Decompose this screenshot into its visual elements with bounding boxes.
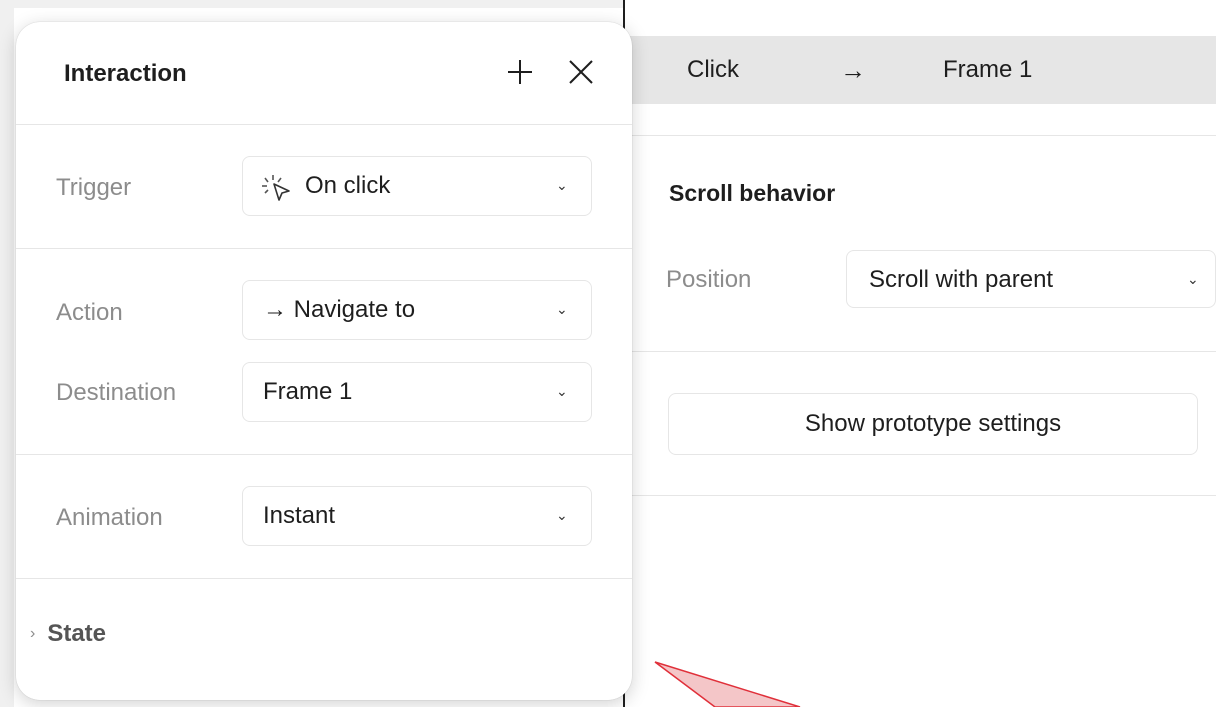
chevron-down-icon: ⌄	[556, 177, 568, 193]
canvas-edge-left	[0, 0, 14, 707]
close-icon[interactable]	[561, 52, 601, 92]
prototype-properties-panel: Click → Frame 1 Scroll behavior Position…	[625, 0, 1216, 707]
arrow-right-icon: →	[840, 54, 866, 85]
animation-select[interactable]: Instant ⌄	[242, 486, 592, 546]
interaction-popover: Interaction Trigger On click ⌄ Action → …	[16, 22, 632, 700]
animation-value: Instant	[263, 502, 336, 529]
destination-label: Destination	[56, 379, 177, 406]
chevron-down-icon: ⌄	[556, 301, 568, 317]
divider	[625, 135, 1216, 136]
state-label: State	[47, 620, 107, 647]
interaction-destination-text: Frame 1	[943, 56, 1033, 83]
click-cursor-icon	[259, 173, 295, 208]
action-select[interactable]: → Navigate to ⌄	[242, 280, 592, 340]
chevron-right-icon: ›	[30, 625, 36, 642]
canvas-edge-top	[0, 0, 623, 8]
chevron-down-icon: ⌄	[1187, 271, 1199, 287]
interaction-trigger-text: Click	[687, 56, 739, 83]
divider	[16, 124, 632, 125]
trigger-value: On click	[305, 172, 391, 199]
divider	[16, 248, 632, 249]
divider	[625, 351, 1216, 352]
position-label: Position	[666, 266, 752, 293]
trigger-select[interactable]: On click ⌄	[242, 156, 592, 216]
action-label: Action	[56, 299, 123, 326]
divider	[16, 578, 632, 579]
popover-title: Interaction	[64, 60, 187, 87]
chevron-down-icon: ⌄	[556, 507, 568, 523]
destination-value: Frame 1	[263, 378, 353, 405]
divider	[16, 454, 632, 455]
action-value: → Navigate to	[263, 296, 416, 323]
state-section-toggle[interactable]: › State	[30, 620, 106, 648]
annotation-arrow-icon	[654, 661, 801, 707]
position-select[interactable]: Scroll with parent ⌄	[846, 250, 1216, 308]
divider	[625, 495, 1216, 496]
animation-label: Animation	[56, 504, 163, 531]
destination-select[interactable]: Frame 1 ⌄	[242, 362, 592, 422]
show-prototype-settings-button[interactable]: Show prototype settings	[668, 393, 1198, 455]
interaction-summary-row[interactable]: Click → Frame 1	[625, 36, 1216, 104]
scroll-behavior-title: Scroll behavior	[669, 180, 836, 206]
chevron-down-icon: ⌄	[556, 383, 568, 399]
plus-icon[interactable]	[500, 52, 540, 92]
position-value: Scroll with parent	[869, 266, 1054, 293]
trigger-label: Trigger	[56, 174, 132, 201]
popover-header: Interaction	[16, 22, 632, 124]
